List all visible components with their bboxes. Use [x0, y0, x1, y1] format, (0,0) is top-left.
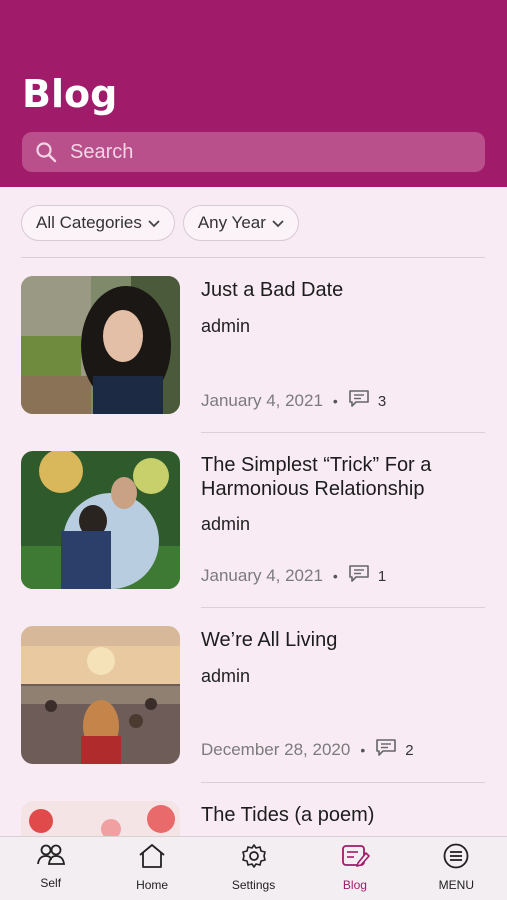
tab-self[interactable]: Self	[0, 837, 101, 900]
divider	[201, 432, 485, 433]
tab-settings[interactable]: Settings	[203, 837, 304, 900]
post-title[interactable]: The Simplest “Trick” For a Harmonious Re…	[201, 453, 481, 501]
separator-dot: •	[332, 568, 338, 584]
post-date: December 28, 2020	[201, 740, 351, 759]
post-item[interactable]: The Simplest “Trick” For a Harmonious Re…	[21, 451, 485, 591]
post-item[interactable]: We’re All Living admin December 28, 2020…	[21, 626, 485, 766]
post-meta: December 28, 2020 • 2	[201, 738, 414, 762]
year-filter[interactable]: Any Year	[182, 205, 299, 241]
chevron-down-icon	[148, 213, 160, 233]
search-input[interactable]	[70, 140, 470, 164]
tab-label: Blog	[342, 878, 367, 892]
post-date: January 4, 2021	[201, 566, 323, 585]
tab-menu[interactable]: MENU	[406, 837, 507, 900]
app-header: Blog	[0, 0, 507, 187]
comment-icon	[348, 564, 370, 588]
filter-bar: All Categories Any Year	[21, 205, 299, 241]
post-thumbnail[interactable]	[21, 801, 180, 836]
tab-label: Home	[136, 878, 169, 892]
post-date: January 4, 2021	[201, 391, 323, 410]
separator-dot: •	[360, 742, 366, 758]
post-item[interactable]: Just a Bad Date admin January 4, 2021 • …	[21, 276, 485, 416]
post-author: admin	[201, 514, 251, 534]
separator-dot: •	[332, 393, 338, 409]
post-author: admin	[201, 666, 251, 686]
post-title[interactable]: Just a Bad Date	[201, 278, 481, 302]
tab-label: Self	[40, 876, 62, 890]
tab-label: MENU	[438, 878, 474, 892]
post-item[interactable]: The Tides (a poem)	[21, 801, 485, 836]
post-title[interactable]: We’re All Living	[201, 628, 481, 652]
post-meta: January 4, 2021 • 1	[201, 564, 386, 588]
divider	[201, 782, 485, 783]
post-thumbnail[interactable]	[21, 276, 180, 414]
post-meta: January 4, 2021 • 3	[201, 389, 386, 413]
divider	[201, 607, 485, 608]
comment-count: 2	[405, 741, 414, 759]
post-title[interactable]: The Tides (a poem)	[201, 803, 481, 827]
tab-home[interactable]: Home	[101, 837, 202, 900]
comment-icon	[375, 738, 397, 762]
category-filter[interactable]: All Categories	[21, 205, 175, 241]
chevron-down-icon	[272, 213, 284, 233]
search-icon	[22, 141, 70, 163]
tab-label: Settings	[231, 878, 276, 892]
post-thumbnail[interactable]	[21, 451, 180, 589]
gear-icon	[240, 843, 268, 874]
people-icon	[36, 843, 66, 872]
search-bar[interactable]	[22, 132, 485, 172]
comment-icon	[348, 389, 370, 413]
post-author: admin	[201, 316, 251, 336]
tab-bar: Self Home Settings Blog MENU	[0, 836, 507, 900]
post-thumbnail[interactable]	[21, 626, 180, 764]
year-filter-label: Any Year	[197, 213, 266, 232]
category-filter-label: All Categories	[36, 213, 142, 232]
comment-count: 1	[377, 567, 387, 585]
blog-icon	[340, 843, 370, 874]
comment-count: 3	[377, 392, 387, 410]
tab-blog[interactable]: Blog	[304, 837, 405, 900]
home-icon	[137, 843, 167, 874]
menu-icon	[441, 843, 471, 874]
divider	[21, 257, 485, 258]
page-title: Blog	[22, 72, 118, 116]
